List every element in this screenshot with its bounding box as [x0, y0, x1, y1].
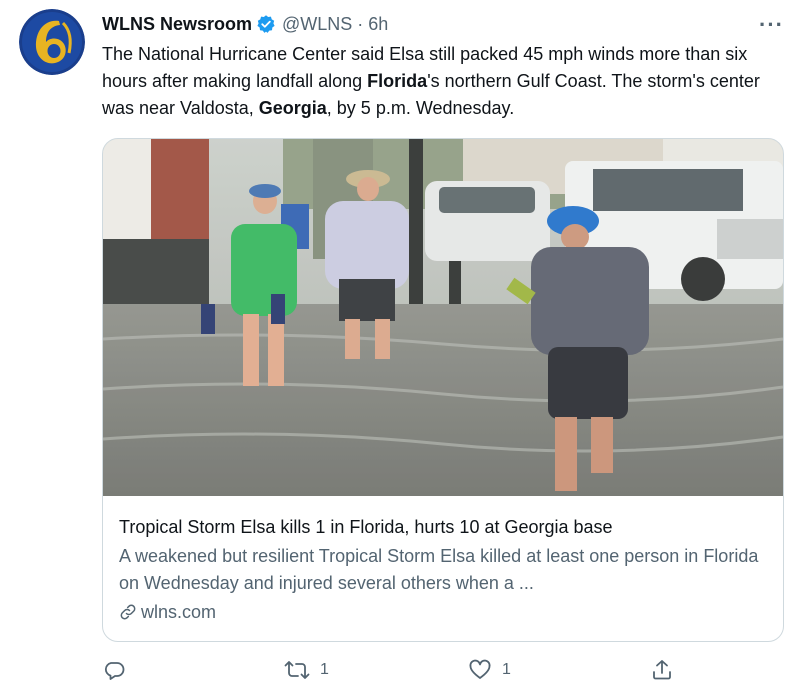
- like-icon: [469, 659, 491, 679]
- tweet-text-segment: , by 5 p.m. Wednesday.: [326, 98, 515, 118]
- tweet-header: WLNS Newsroom @WLNS · 6h ···: [102, 10, 784, 38]
- reply-icon: [104, 662, 125, 680]
- card-domain[interactable]: wlns.com: [119, 599, 767, 625]
- tweet-actions: 1 1: [102, 658, 671, 684]
- tweet-time[interactable]: 6h: [368, 14, 388, 35]
- link-card[interactable]: Tropical Storm Elsa kills 1 in Florida, …: [102, 138, 784, 642]
- separator-dot: ·: [357, 13, 364, 34]
- avatar[interactable]: [19, 9, 85, 75]
- logo-6-icon: [19, 9, 85, 75]
- tweet-text: The National Hurricane Center said Elsa …: [102, 41, 792, 122]
- author-handle[interactable]: @WLNS: [282, 14, 352, 35]
- card-domain-text: wlns.com: [141, 602, 217, 622]
- card-description: A weakened but resilient Tropical Storm …: [119, 546, 759, 593]
- retweet-button[interactable]: 1: [284, 658, 329, 682]
- card-image[interactable]: [103, 139, 783, 496]
- like-button[interactable]: 1: [468, 658, 511, 682]
- more-icon[interactable]: ···: [759, 12, 784, 38]
- retweet-count: 1: [320, 661, 329, 678]
- reply-button[interactable]: [102, 658, 136, 682]
- author-name[interactable]: WLNS Newsroom: [102, 14, 252, 35]
- share-icon: [653, 660, 671, 680]
- retweet-icon: [284, 661, 310, 679]
- share-button[interactable]: [650, 658, 674, 682]
- tweet-text-bold-florida: Florida: [367, 71, 428, 91]
- card-title[interactable]: Tropical Storm Elsa kills 1 in Florida, …: [119, 514, 767, 540]
- link-icon: [120, 604, 136, 620]
- card-body: Tropical Storm Elsa kills 1 in Florida, …: [119, 514, 767, 625]
- tweet-text-bold-georgia: Georgia: [258, 98, 327, 118]
- verified-icon: [257, 15, 275, 33]
- like-count: 1: [502, 661, 511, 678]
